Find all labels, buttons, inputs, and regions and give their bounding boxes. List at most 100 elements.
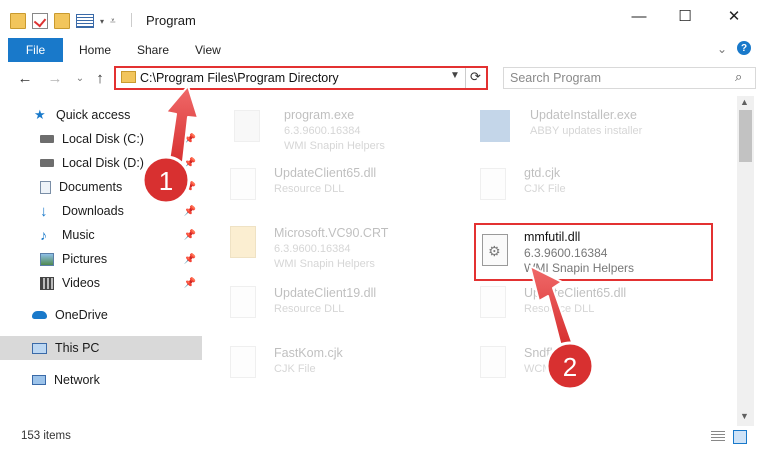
expand-ribbon-chevron-icon[interactable]: ⌄ — [717, 42, 727, 56]
details-view-icon[interactable] — [711, 431, 725, 443]
installer-file-icon — [480, 110, 510, 142]
ribbon-bar — [0, 38, 769, 63]
minimize-button[interactable]: — — [616, 0, 662, 32]
tab-view[interactable]: View — [195, 38, 221, 62]
sidebar-item-label: Downloads — [62, 204, 124, 218]
up-button[interactable]: ↑ — [92, 68, 108, 88]
download-icon: ↓ — [40, 202, 48, 220]
pin-icon[interactable]: 📌 — [184, 134, 196, 145]
pin-icon[interactable]: 📌 — [184, 206, 196, 217]
sidebar-item-label: OneDrive — [55, 308, 108, 322]
file-detail: 6.3.9600.16384 — [274, 243, 351, 255]
file-detail: Resource DLL — [524, 303, 595, 315]
file-tile[interactable]: FastKom.cjk CJK File — [228, 344, 458, 392]
folder-icon — [10, 13, 26, 29]
file-tile[interactable]: UpdateInstaller.exe ABBY updates install… — [478, 108, 718, 156]
sidebar-item-label: Documents — [59, 180, 123, 194]
file-tile[interactable]: UpdateClient65.dll Resource DLL — [478, 284, 708, 332]
file-name: gtd.cjk — [524, 166, 561, 180]
sidebar-item-local-disk-d[interactable]: Local Disk (D:) 📌 — [0, 152, 202, 174]
search-icon[interactable]: ⌕ — [735, 69, 742, 85]
pin-icon[interactable]: 📌 — [184, 278, 196, 289]
sidebar-item-videos[interactable]: Videos 📌 — [0, 272, 202, 294]
sidebar-item-documents[interactable]: Documents 📌 — [0, 176, 202, 198]
file-detail: WMI Snapin Helpers — [284, 140, 385, 152]
sidebar-item-downloads[interactable]: ↓ Downloads 📌 — [0, 200, 202, 222]
refresh-icon[interactable]: ⟳ — [470, 69, 481, 85]
dll-file-icon — [230, 286, 256, 318]
tab-home[interactable]: Home — [79, 38, 111, 62]
pin-icon[interactable]: 📌 — [184, 182, 196, 193]
scroll-down-icon[interactable]: ▼ — [740, 411, 749, 421]
computer-icon — [32, 342, 47, 354]
drive-icon — [40, 159, 54, 167]
sidebar-item-this-pc[interactable]: This PC — [0, 337, 202, 359]
file-name: UpdateClient65.dll — [524, 286, 627, 300]
sidebar-item-label: Videos — [62, 276, 100, 290]
videos-icon — [40, 276, 54, 290]
file-tile[interactable]: UpdateClient19.dll Resource DLL — [228, 284, 458, 332]
properties-check-icon[interactable] — [32, 13, 48, 29]
pin-icon[interactable]: 📌 — [184, 254, 196, 265]
sidebar-item-pictures[interactable]: Pictures 📌 — [0, 248, 202, 270]
folder-icon — [230, 226, 256, 258]
recent-locations-button[interactable]: ⌄ — [74, 68, 86, 88]
pictures-icon — [40, 252, 54, 266]
sidebar-item-label: Quick access — [56, 108, 131, 122]
file-detail: 6.3.9600.16384 — [284, 125, 361, 137]
file-tile[interactable]: UpdateClient65.dll Resource DLL — [228, 166, 458, 214]
sidebar-item-label: This PC — [55, 341, 100, 355]
file-tile[interactable]: gtd.cjk CJK File — [478, 166, 708, 214]
sidebar-item-label: Music — [62, 228, 95, 242]
qat-dropdown-icon[interactable]: ▾ — [100, 17, 104, 26]
sidebar-item-label: Local Disk (D:) — [62, 156, 144, 170]
sidebar-item-onedrive[interactable]: OneDrive — [0, 304, 202, 326]
cjk-file-icon — [230, 346, 256, 378]
address-path[interactable]: C:\Program Files\Program Directory — [140, 71, 339, 85]
scroll-up-icon[interactable]: ▲ — [740, 97, 749, 107]
music-icon: ♪ — [40, 227, 47, 243]
sidebar-item-quick-access[interactable]: ★ Quick access — [0, 104, 202, 126]
cloud-icon — [32, 311, 47, 319]
sidebar-item-local-disk-c[interactable]: Local Disk (C:) 📌 — [0, 128, 202, 150]
scroll-thumb[interactable] — [739, 110, 752, 162]
file-name: FastKom.cjk — [274, 346, 343, 360]
drive-icon — [40, 135, 54, 143]
help-icon[interactable]: ? — [737, 41, 751, 55]
address-folder-icon — [121, 71, 136, 83]
view-options-icon[interactable] — [76, 14, 94, 28]
tab-file[interactable]: File — [8, 38, 63, 62]
file-tile[interactable]: Sndflc.wcm WCM File — [478, 344, 708, 392]
file-detail: Resource DLL — [274, 303, 345, 315]
close-button[interactable]: ✕ — [711, 0, 757, 32]
address-dropdown-icon[interactable]: ▼ — [450, 70, 460, 81]
file-tile[interactable]: program.exe 6.3.9600.16384 WMI Snapin He… — [232, 108, 462, 156]
sidebar-item-label: Network — [54, 373, 100, 387]
star-icon: ★ — [34, 107, 46, 122]
file-tile[interactable]: Microsoft.VC90.CRT 6.3.9600.16384 WMI Sn… — [228, 224, 458, 272]
file-detail: WCM File — [524, 363, 573, 375]
sidebar-item-music[interactable]: ♪ Music 📌 — [0, 224, 202, 246]
pin-icon[interactable]: 📌 — [184, 158, 196, 169]
forward-button[interactable]: → — [46, 68, 64, 88]
customize-qat-icon[interactable]: ⩡ — [110, 16, 116, 27]
sidebar-item-label: Pictures — [62, 252, 108, 266]
status-bar — [0, 426, 769, 464]
back-button[interactable]: ← — [16, 68, 34, 88]
file-detail: CJK File — [524, 183, 566, 195]
file-detail: Resource DLL — [274, 183, 345, 195]
dll-file-icon — [230, 168, 256, 200]
sidebar-item-network[interactable]: Network — [0, 369, 202, 391]
search-placeholder: Search Program — [510, 71, 602, 85]
quick-access-toolbar: ▾ ⩡ — [10, 10, 116, 32]
new-folder-icon[interactable] — [54, 13, 70, 29]
file-name: Microsoft.VC90.CRT — [274, 226, 389, 240]
file-detail: WMI Snapin Helpers — [274, 258, 375, 270]
tab-share[interactable]: Share — [137, 38, 169, 62]
large-icons-view-icon[interactable] — [733, 430, 747, 444]
file-name: UpdateClient65.dll — [274, 166, 377, 180]
pin-icon[interactable]: 📌 — [184, 230, 196, 241]
maximize-button[interactable]: ☐ — [662, 0, 708, 32]
file-name: UpdateInstaller.exe — [530, 108, 638, 122]
address-separator — [465, 68, 466, 88]
